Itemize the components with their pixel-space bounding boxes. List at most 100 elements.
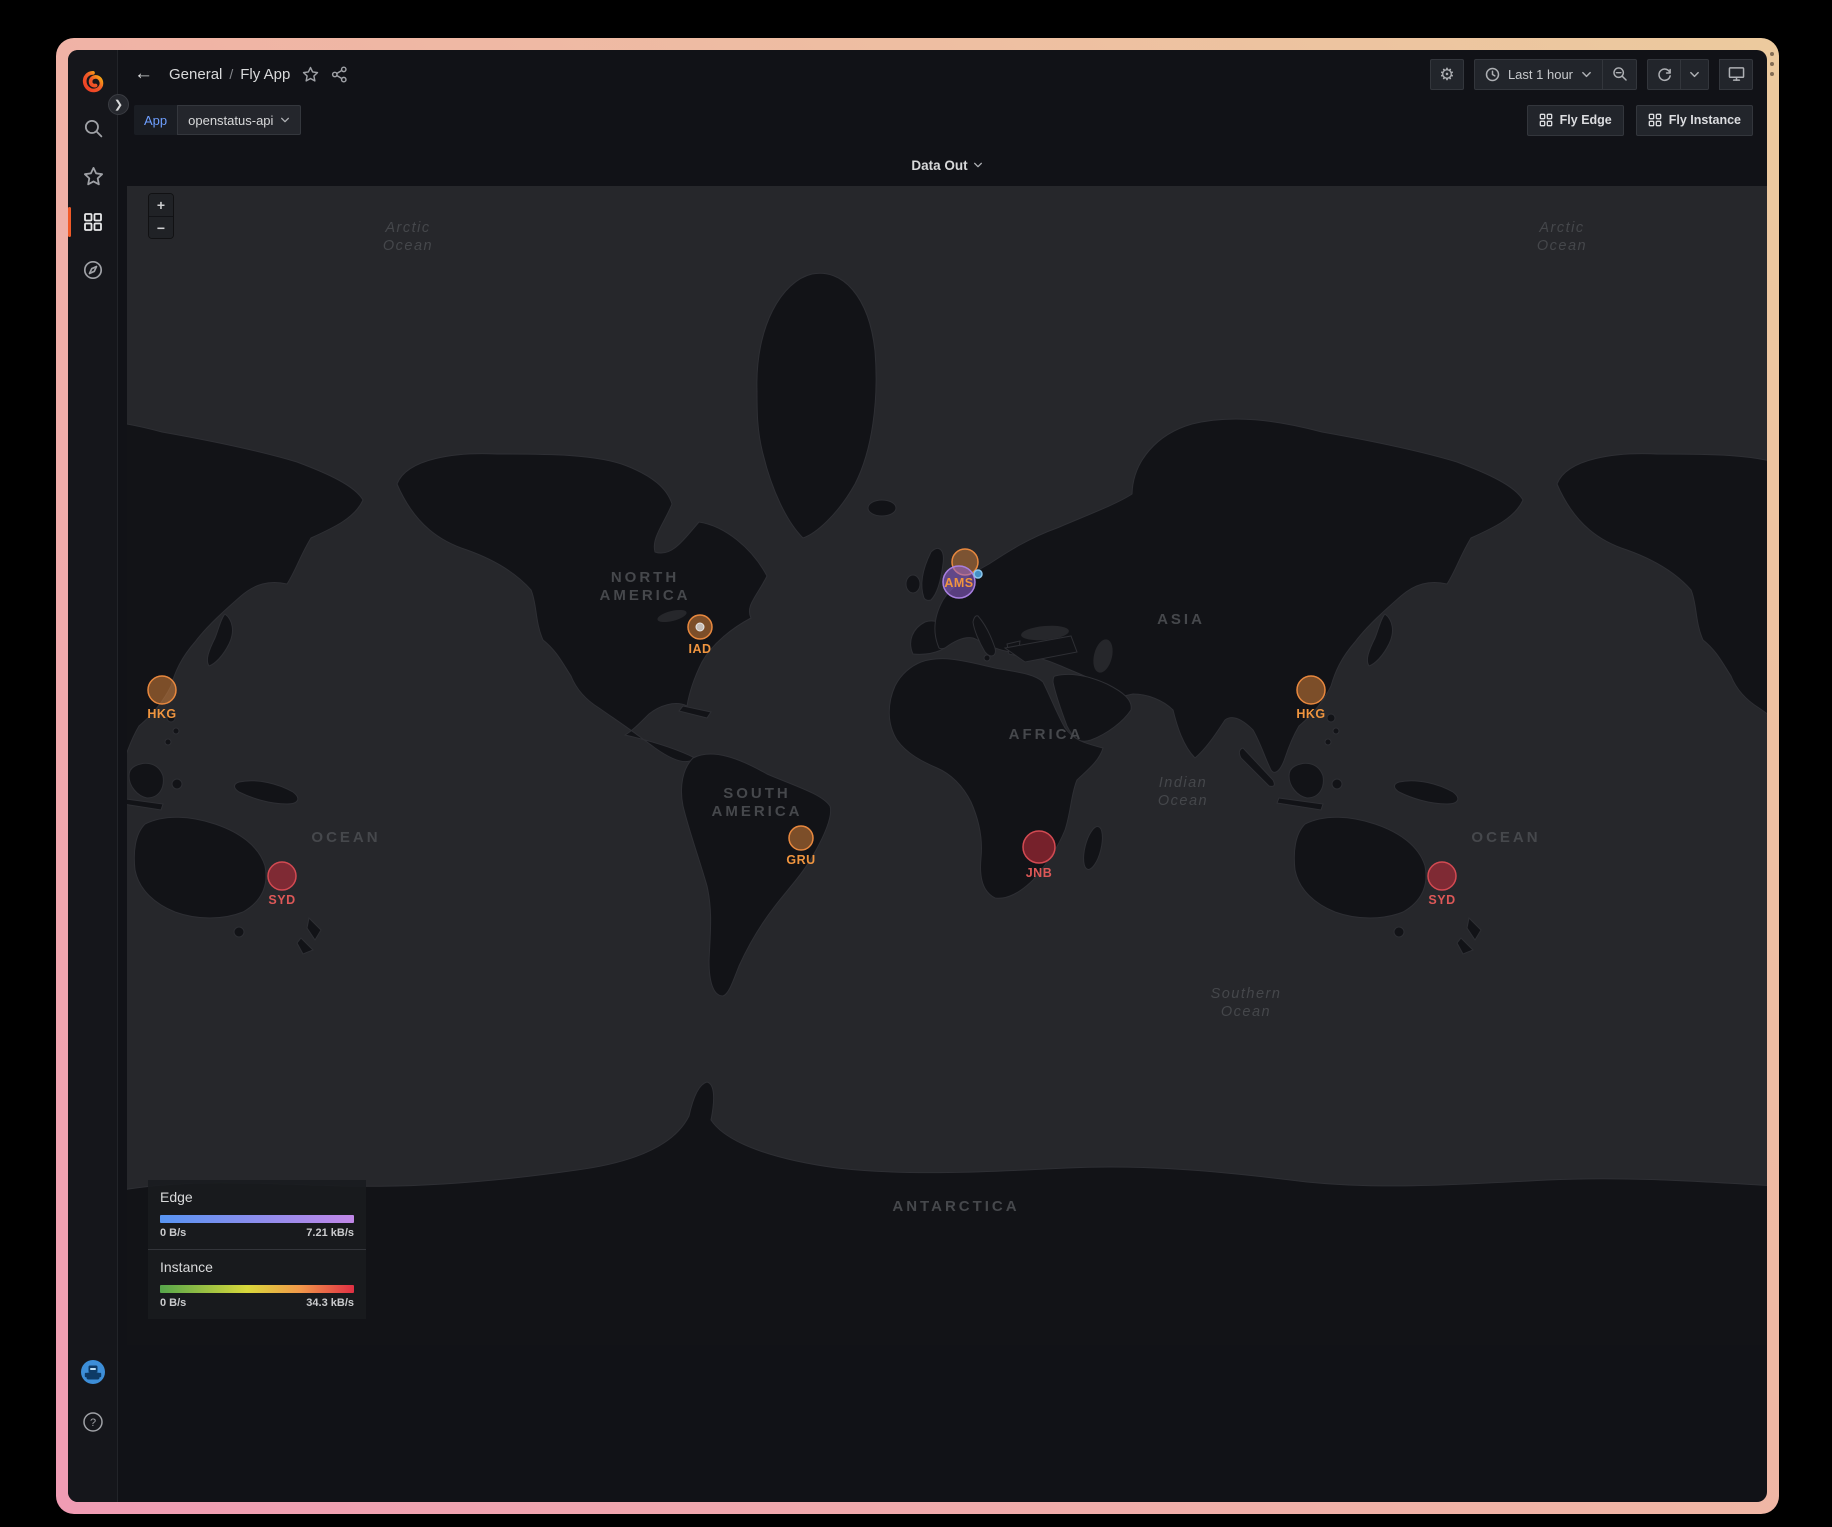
variable-app-dropdown[interactable]: openstatus-api	[177, 105, 301, 135]
grafana-logo-icon	[80, 69, 106, 95]
map-marker-hkg-east[interactable]	[1297, 676, 1325, 704]
sidebar-expand-button[interactable]: ❯	[108, 94, 129, 115]
breadcrumb-section[interactable]: General	[169, 66, 222, 83]
header: ← General / Fly App ⚙	[118, 50, 1767, 98]
refresh-icon	[1657, 67, 1672, 82]
map-legend: Edge 0 B/s 7.21 kB/s Instance 0 B/s 34.3…	[148, 1180, 366, 1319]
legend-section-edge: Edge 0 B/s 7.21 kB/s	[148, 1180, 366, 1249]
legend-max: 7.21 kB/s	[306, 1227, 354, 1239]
cycle-view-button[interactable]	[1719, 59, 1753, 90]
map-marker-label: HKG	[1296, 707, 1325, 721]
avatar	[80, 1359, 106, 1385]
legend-min: 0 B/s	[160, 1227, 186, 1239]
star-icon	[83, 166, 104, 187]
variable-app-label: App	[134, 105, 177, 135]
svg-text:?: ?	[90, 1417, 96, 1429]
apps-grid-icon	[1539, 113, 1553, 127]
time-range-label: Last 1 hour	[1508, 67, 1573, 82]
panel-title: Data Out	[911, 158, 967, 173]
map-marker-syd-west[interactable]	[268, 862, 296, 890]
map-region-label: ANTARCTICA	[892, 1198, 1019, 1215]
sidebar-item-profile[interactable]	[68, 1352, 118, 1392]
time-zoom-out-button[interactable]	[1603, 59, 1637, 90]
map-marker-hkg-west[interactable]	[148, 676, 176, 704]
apps-grid-icon	[1648, 113, 1662, 127]
map-marker-label: IAD	[688, 642, 711, 656]
star-icon	[302, 66, 319, 83]
map-region-label: AFRICA	[1009, 726, 1084, 743]
window-resize-dots	[1769, 52, 1775, 82]
legend-title: Edge	[160, 1189, 354, 1205]
breadcrumb-separator: /	[229, 66, 233, 82]
window-frame: ? ❯ ← General / Fly App ⚙	[56, 38, 1779, 1514]
panel-title-menu[interactable]: Data Out	[127, 150, 1767, 180]
chevron-down-icon	[1689, 69, 1700, 80]
map-marker-label: JNB	[1026, 866, 1053, 880]
map-region-label: OCEAN	[311, 829, 380, 846]
map-marker-gru[interactable]	[789, 826, 813, 850]
legend-gradient-bar	[160, 1215, 354, 1223]
map-marker-label: AMS	[944, 576, 973, 590]
geomap-panel[interactable]: ArcticOcean ArcticOcean NORTHAMERICA ASIA AF…	[127, 186, 1767, 1345]
tv-group	[1719, 59, 1753, 90]
map-marker-label: HKG	[147, 707, 176, 721]
sidebar-item-starred[interactable]	[68, 156, 118, 196]
fly-edge-label: Fly Edge	[1560, 113, 1612, 127]
variable-app-value: openstatus-api	[188, 113, 273, 128]
map-marker-dot-near-ams[interactable]	[974, 570, 982, 578]
map-marker-label: GRU	[786, 853, 815, 867]
map-zoom-controls: + −	[148, 193, 174, 239]
zoom-out-icon	[1612, 66, 1628, 82]
refresh-group	[1647, 59, 1709, 90]
legend-section-instance: Instance 0 B/s 34.3 kB/s	[148, 1249, 366, 1319]
map-region-label: OCEAN	[1471, 829, 1540, 846]
chevron-down-icon	[1581, 69, 1592, 80]
map-marker-label: SYD	[268, 893, 295, 907]
back-arrow-icon[interactable]: ←	[134, 63, 153, 85]
breadcrumb-page: Fly App	[240, 66, 290, 83]
refresh-interval-button[interactable]	[1681, 59, 1709, 90]
chevron-down-icon	[973, 160, 983, 170]
map-region-label: NORTHAMERICA	[600, 569, 691, 604]
dashboard-settings-button[interactable]: ⚙	[1430, 59, 1464, 90]
search-icon	[83, 118, 104, 139]
map-region-label: ASIA	[1157, 611, 1205, 628]
compass-icon	[82, 259, 104, 281]
grafana-window: ? ❯ ← General / Fly App ⚙	[68, 50, 1767, 1502]
share-icon	[331, 66, 348, 83]
legend-max: 34.3 kB/s	[306, 1297, 354, 1309]
map-marker-jnb[interactable]	[1023, 831, 1055, 863]
map-marker-label: SYD	[1428, 893, 1455, 907]
map-region-label: SouthernOcean	[1211, 986, 1282, 1020]
fly-edge-link[interactable]: Fly Edge	[1527, 105, 1624, 136]
sidebar-item-dashboards[interactable]	[68, 202, 118, 242]
dashboards-icon	[83, 212, 103, 232]
gear-icon: ⚙	[1439, 66, 1454, 83]
map-region-label: ArcticOcean	[383, 220, 433, 254]
time-picker-group: Last 1 hour	[1474, 59, 1637, 90]
sidebar-item-help[interactable]: ?	[68, 1402, 118, 1442]
legend-title: Instance	[160, 1259, 354, 1275]
sidebar-item-search[interactable]	[68, 108, 118, 148]
chevron-down-icon	[280, 115, 290, 125]
map-marker-syd-east[interactable]	[1428, 862, 1456, 890]
favorite-star-button[interactable]	[302, 66, 319, 83]
clock-icon	[1485, 67, 1500, 82]
share-button[interactable]	[331, 66, 348, 83]
legend-gradient-bar	[160, 1285, 354, 1293]
legend-min: 0 B/s	[160, 1297, 186, 1309]
sidebar-item-explore[interactable]	[68, 250, 118, 290]
map-region-label: IndianOcean	[1158, 775, 1208, 809]
map-marker-inner-dot	[696, 623, 704, 631]
map-zoom-in-button[interactable]: +	[149, 194, 173, 216]
map-region-label: ArcticOcean	[1537, 220, 1587, 254]
map-zoom-out-button[interactable]: −	[149, 216, 173, 238]
fly-instance-label: Fly Instance	[1669, 113, 1741, 127]
refresh-button[interactable]	[1647, 59, 1681, 90]
sidebar: ?	[68, 50, 118, 1502]
monitor-icon	[1728, 66, 1745, 82]
help-icon: ?	[82, 1411, 104, 1433]
map-region-label: SOUTHAMERICA	[712, 785, 803, 820]
time-range-button[interactable]: Last 1 hour	[1474, 59, 1603, 90]
fly-instance-link[interactable]: Fly Instance	[1636, 105, 1753, 136]
